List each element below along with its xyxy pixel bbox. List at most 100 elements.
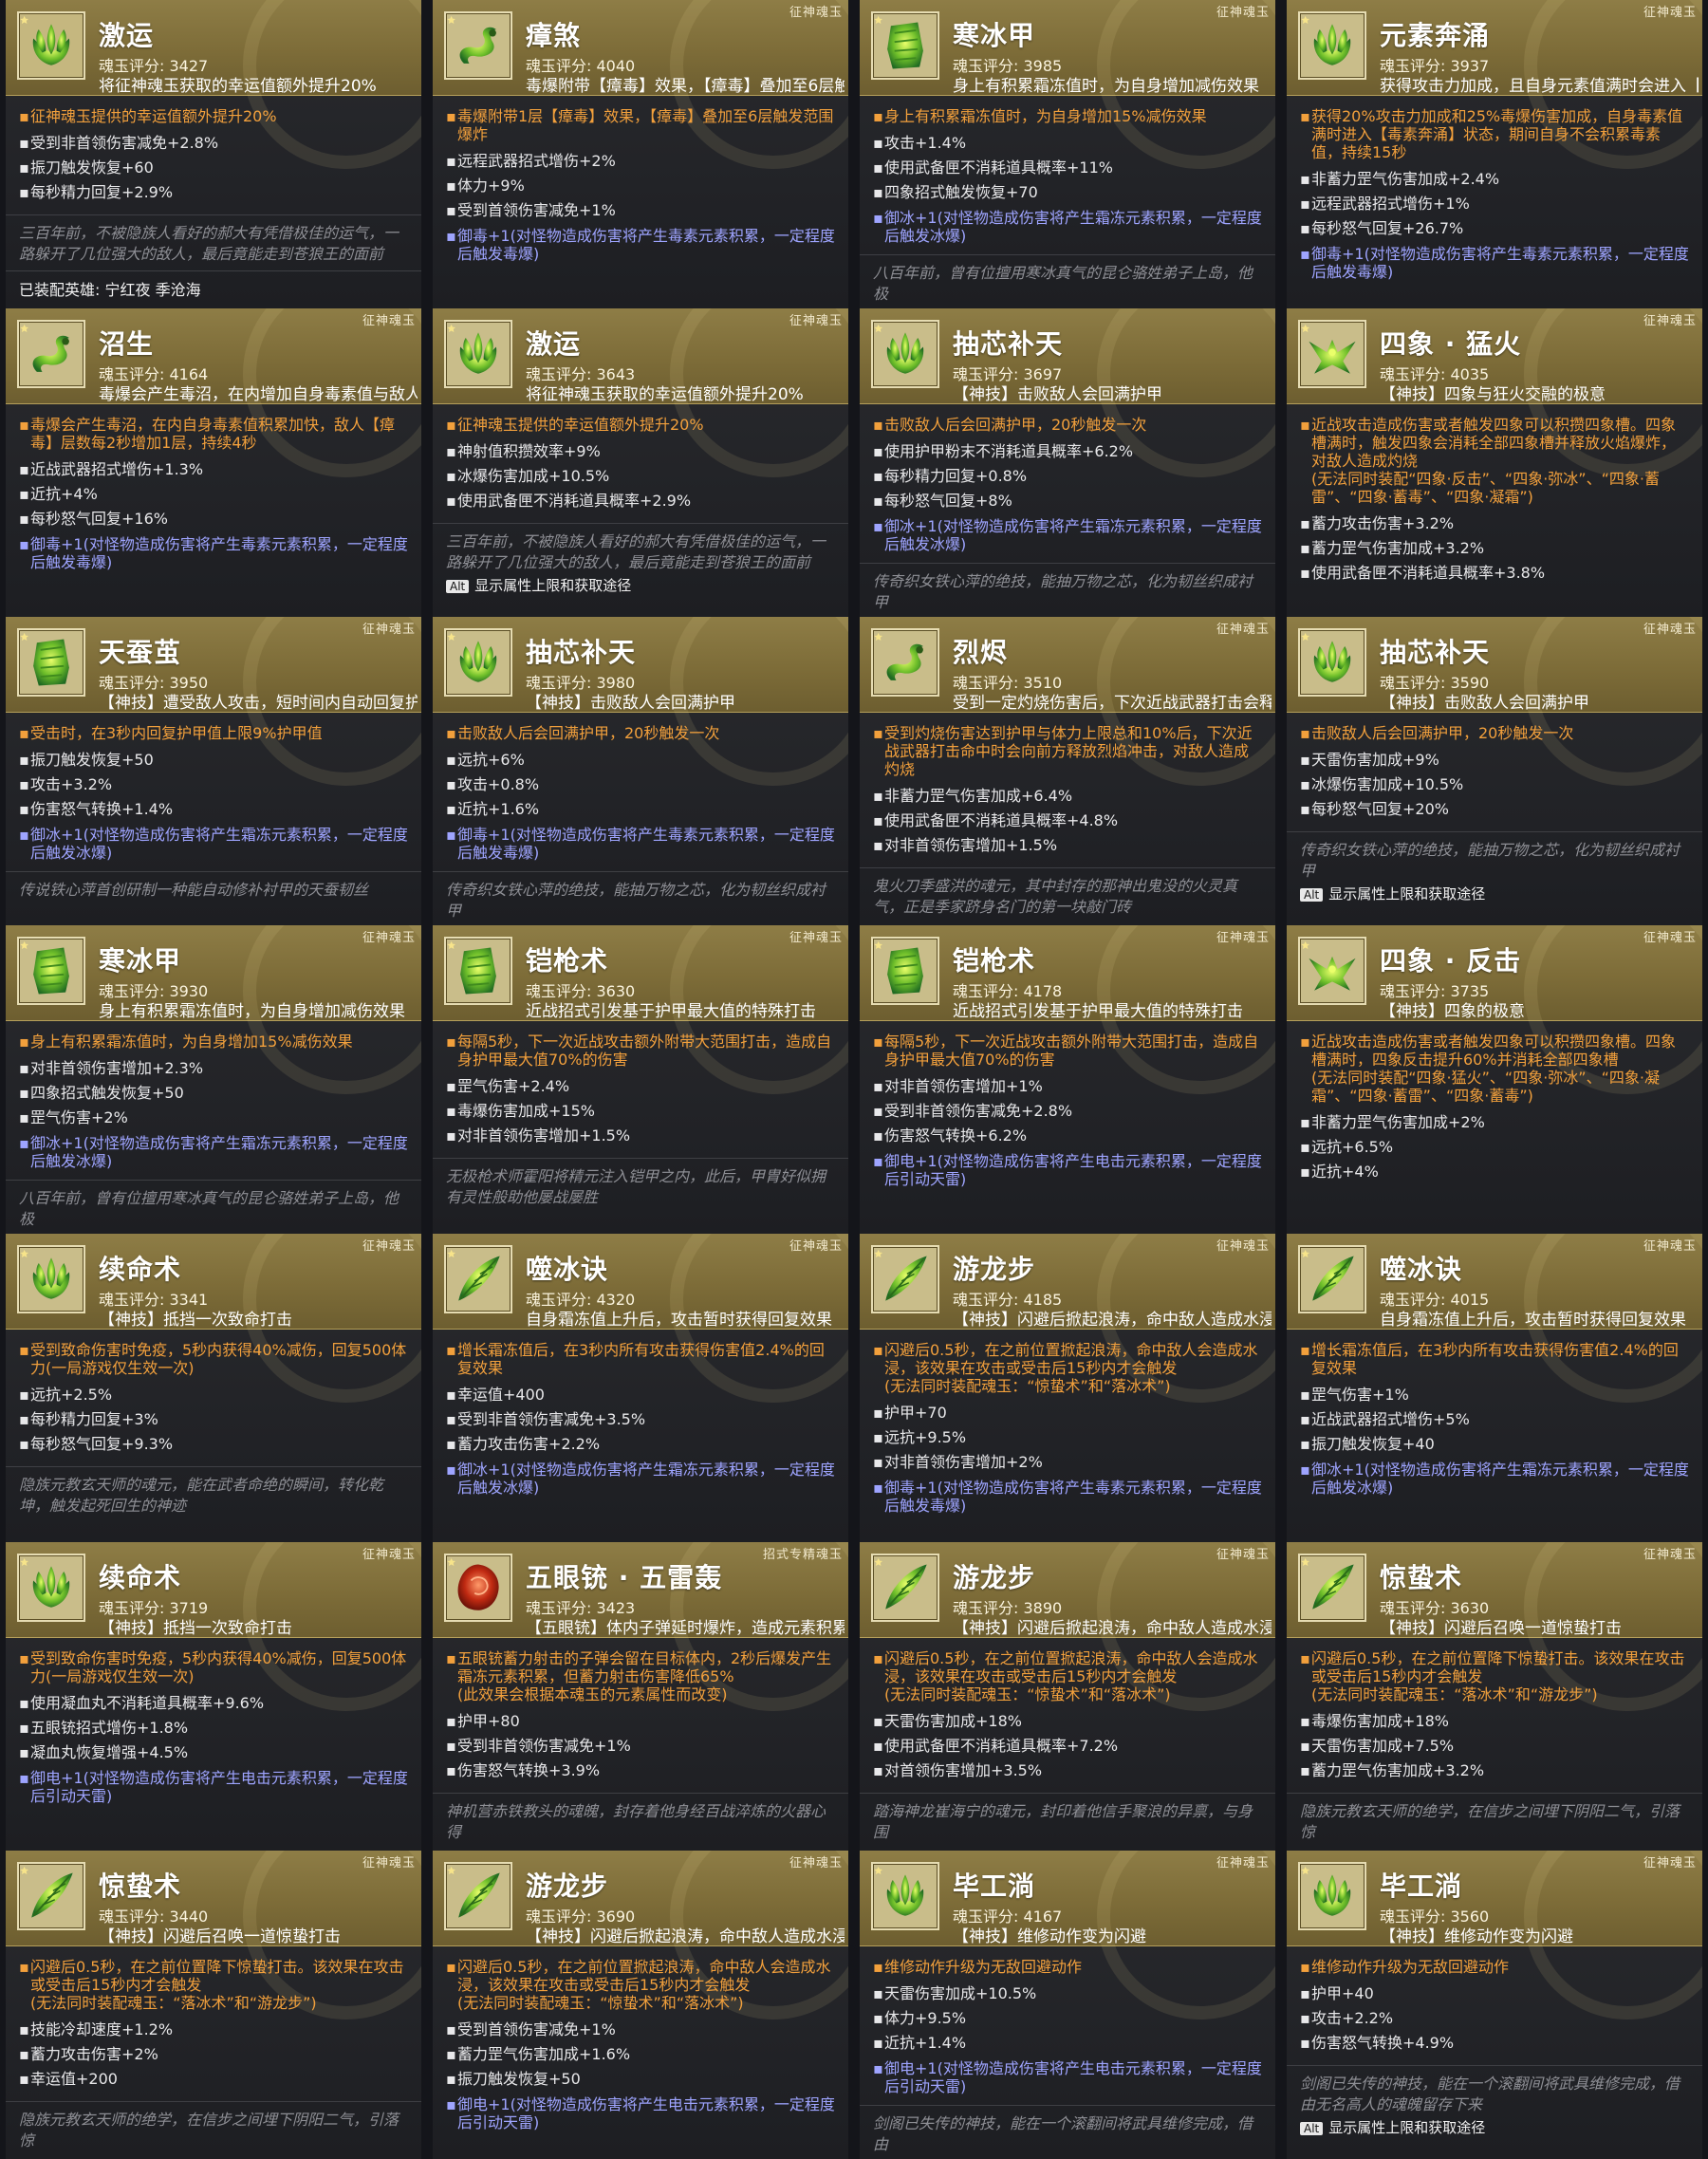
main-effect-text: 征神魂玉提供的幸运值额外提升20% [457,416,704,434]
stat-list: 幸运值+400受到非首领伤害减免+3.5%蓄力攻击伤害+2.2% [446,1383,835,1457]
card-body: 近战攻击造成伤害或者触发四象可以积攒四象槽。四象槽满时，四象反击提升60%并消耗… [1287,1021,1702,1184]
rarity-star-icon [1301,324,1310,332]
soul-jade-card-11[interactable]: 征神魂玉 烈烬 魂玉评分: 3510 受到一定灼烧伤害后，下次近战武器打击会释放… [854,617,1281,925]
lotus-jade-icon [444,628,512,697]
rarity-star-icon [20,632,29,641]
lore-text: 八百年前，曾有位擅用寒冰真气的昆仑骆姓弟子上岛，他极 [860,254,1275,305]
card-header: 征神魂玉 铠枪术 魂玉评分: 3630 近战招式引发基于护甲最大值的特殊打击 [433,925,848,1094]
soul-jade-card-2[interactable]: 征神魂玉 瘴煞 魂玉评分: 4040 毒爆附带【瘴毒】效果，【瘴毒】叠加至6层触… [427,0,854,308]
soul-jade-card-12[interactable]: 征神魂玉 抽芯补天 魂玉评分: 3590 【神技】击败敌人会回满护甲 击败敌人后… [1281,617,1708,925]
soul-jade-card-7[interactable]: 抽芯补天 魂玉评分: 3697 【神技】击败敌人会回满护甲 击败敌人后会回满护甲… [854,308,1281,617]
stat-line: 伤害怒气转换+6.2% [873,1124,1262,1148]
rarity-star-icon [20,324,29,332]
stat-line: 振刀触发恢复+50 [446,2067,835,2092]
stat-line: 体力+9.5% [873,2006,1262,2031]
stat-list: 受到首领伤害减免+1%蓄力罡气伤害加成+1.6%振刀触发恢复+50 [446,2018,835,2092]
main-effect-text: 击败敌人后会回满护甲，20秒触发一次 [457,724,720,742]
stat-line: 攻击+2.2% [1300,2006,1689,2031]
card-body: 击败敌人后会回满护甲，20秒触发一次 远抗+6%攻击+0.8%近抗+1.6% 御… [433,713,848,862]
lore-text: 传奇织女铁心萍的绝技，能抽万物之芯，化为韧丝织成衬甲 [860,563,1275,613]
stat-line: 受到非首领伤害减免+3.5% [446,1407,835,1432]
stat-line: 对非首领伤害增加+1% [873,1074,1262,1099]
soul-jade-card-9[interactable]: 征神魂玉 天蚕茧 魂玉评分: 3950 【神技】遭受敌人攻击，短时间内自动回复护… [0,617,427,925]
soul-jade-card-3[interactable]: 征神魂玉 寒冰甲 魂玉评分: 3985 身上有积累霜冻值时，为自身增加减伤效果 … [854,0,1281,308]
main-effect-text: 闪避后0.5秒，在之前位置降下惊蛰打击。该效果在攻击或受击后15秒内才会触发 [30,1958,404,1994]
skill-summary: 毒爆会产生毒沼，在内增加自身毒素值与敌人【瘴毒】层数 [99,385,418,404]
card-header: 征神魂玉 四象 · 反击 魂玉评分: 3735 【神技】四象的极意 [1287,925,1702,1094]
armor-jade-icon [17,937,85,1005]
stat-list: 护甲+40攻击+2.2%伤害怒气转换+4.9% [1300,1982,1689,2056]
feather-jade-icon [1298,1554,1366,1622]
stat-line: 受到首领伤害减免+1% [446,2018,835,2042]
jade-name: 元素奔涌 [1380,20,1491,51]
armor-jade-icon [444,937,512,1005]
card-header: 征神魂玉 游龙步 魂玉评分: 4185 【神技】闪避后掀起浪涛，命中敌人造成水浸 [860,1234,1275,1403]
soul-jade-card-4[interactable]: 征神魂玉 元素奔涌 魂玉评分: 3937 获得攻击力加成，且自身元素值满时会进入… [1281,0,1708,308]
soul-jade-card-19[interactable]: 征神魂玉 游龙步 魂玉评分: 4185 【神技】闪避后掀起浪涛，命中敌人造成水浸… [854,1234,1281,1542]
card-body: 征神魂玉提供的幸运值额外提升20% 神射值积攒效率+9%冰爆伤害加成+10.5%… [433,404,848,513]
lore-text: 三百年前，不被隐族人看好的郝大有凭借极佳的运气，一路躲开了几位强大的敌人，最后竟… [6,214,421,265]
armor-jade-icon [871,11,939,80]
soul-jade-card-5[interactable]: 征神魂玉 沼生 魂玉评分: 4164 毒爆会产生毒沼，在内增加自身毒素值与敌人【… [0,308,427,617]
card-header: 征神魂玉 续命术 魂玉评分: 3719 【神技】抵挡一次致命打击 [6,1542,421,1711]
main-effect-text: 闪避后0.5秒，在之前位置掀起浪涛，命中敌人会造成水浸，该效果在攻击或受击后15… [884,1341,1258,1377]
element-effect: 御电+1(对怪物造成伤害将产生电击元素积累，一定程度后引动天雷) [19,1769,408,1805]
soul-jade-card-23[interactable]: 征神魂玉 游龙步 魂玉评分: 3890 【神技】闪避后掀起浪涛，命中敌人造成水浸… [854,1542,1281,1851]
stat-list: 使用护甲粉末不消耗道具概率+6.2%每秒精力回复+0.8%每秒怒气回复+8% [873,439,1262,513]
lotus-jade-icon [444,320,512,388]
soul-jade-tooltip-grid: 激运 魂玉评分: 3427 将征神魂玉获取的幸运值额外提升20% 征神魂玉提供的… [0,0,1708,2159]
soul-jade-card-8[interactable]: 征神魂玉 四象 · 猛火 魂玉评分: 4035 【神技】四象与狂火交融的极意 近… [1281,308,1708,617]
lotus-jade-icon [1298,1862,1366,1930]
soul-jade-card-22[interactable]: 招式专精魂玉 五眼铳 · 五雷轰 魂玉评分: 3423 【五眼铳】体内子弹延时爆… [427,1542,854,1851]
soul-jade-card-27[interactable]: 征神魂玉 毕工淌 魂玉评分: 4167 【神技】维修动作变为闪避 维修动作升级为… [854,1851,1281,2159]
exclusion-note: (无法同时装配魂玉：“惊蛰术”和“落冰术”) [884,1685,1171,1703]
soul-jade-card-13[interactable]: 征神魂玉 寒冰甲 魂玉评分: 3930 身上有积累霜冻值时，为自身增加减伤效果 … [0,925,427,1234]
soul-jade-card-17[interactable]: 征神魂玉 续命术 魂玉评分: 3341 【神技】抵挡一次致命打击 受到致命伤害时… [0,1234,427,1542]
soul-jade-card-14[interactable]: 征神魂玉 铠枪术 魂玉评分: 3630 近战招式引发基于护甲最大值的特殊打击 每… [427,925,854,1234]
soul-jade-card-10[interactable]: 抽芯补天 魂玉评分: 3980 【神技】击败敌人会回满护甲 击败敌人后会回满护甲… [427,617,854,925]
stat-list: 非蓄力罡气伤害加成+6.4%使用武备匣不消耗道具概率+4.8%对非首领伤害增加+… [873,784,1262,858]
category-tag: 征神魂玉 [1643,623,1697,637]
stat-line: 体力+9% [446,174,835,198]
alt-key: Alt [1300,888,1324,902]
soul-jade-card-25[interactable]: 征神魂玉 惊蛰术 魂玉评分: 3440 【神技】闪避后召唤一道惊蛰打击 闪避后0… [0,1851,427,2159]
element-effect: 御毒+1(对怪物造成伤害将产生毒素元素积累，一定程度后触发毒爆) [1300,245,1689,281]
soul-jade-card-24[interactable]: 征神魂玉 惊蛰术 魂玉评分: 3630 【神技】闪避后召唤一道惊蛰打击 闪避后0… [1281,1542,1708,1851]
soul-jade-card-20[interactable]: 征神魂玉 噬冰诀 魂玉评分: 4015 自身霜冻值上升后，攻击暂时获得回复效果 … [1281,1234,1708,1542]
rarity-star-icon [447,1249,456,1257]
category-tag: 征神魂玉 [1216,6,1270,20]
element-effect: 御电+1(对怪物造成伤害将产生电击元素积累，一定程度后引动天雷) [446,2095,835,2131]
main-effect-text: 闪避后0.5秒，在之前位置掀起浪涛，命中敌人会造成水浸，该效果在攻击或受击后15… [457,1958,831,1994]
stat-line: 远抗+2.5% [19,1383,408,1407]
card-header: 征神魂玉 寒冰甲 魂玉评分: 3985 身上有积累霜冻值时，为自身增加减伤效果 [860,0,1275,169]
alt-hint: Alt 显示属性上限和获取途径 [1287,882,1702,905]
equipped-heroes: 已装配英雄: 宁红夜 季沧海 [6,270,421,306]
card-body: 维修动作升级为无敌回避动作 天雷伤害加成+10.5%体力+9.5%近抗+1.4%… [860,1946,1275,2095]
stat-line: 罡气伤害+2.4% [446,1074,835,1099]
main-effect: 受到致命伤害时免疫，5秒内获得40%减伤，回复500体力(一局游戏仅生效一次) [19,1649,408,1685]
rarity-star-icon [1301,1866,1310,1874]
soul-jade-card-6[interactable]: 征神魂玉 激运 魂玉评分: 3643 将征神魂玉获取的幸运值额外提升20% 征神… [427,308,854,617]
rarity-star-icon [447,632,456,641]
soul-jade-card-21[interactable]: 征神魂玉 续命术 魂玉评分: 3719 【神技】抵挡一次致命打击 受到致命伤害时… [0,1542,427,1851]
lore-text: 踏海神龙崔海宁的魂元，封印着他信手聚浪的异禀，与身围 [860,1793,1275,1843]
soul-jade-card-1[interactable]: 激运 魂玉评分: 3427 将征神魂玉获取的幸运值额外提升20% 征神魂玉提供的… [0,0,427,308]
main-effect: 闪避后0.5秒，在之前位置掀起浪涛，命中敌人会造成水浸，该效果在攻击或受击后15… [873,1341,1262,1395]
soul-jade-card-26[interactable]: 征神魂玉 游龙步 魂玉评分: 3690 【神技】闪避后掀起浪涛，命中敌人造成水浸… [427,1851,854,2159]
lotus-jade-icon [17,1554,85,1622]
element-effect: 御毒+1(对怪物造成伤害将产生毒素元素积累，一定程度后触发毒爆) [19,535,408,571]
soul-jade-card-15[interactable]: 征神魂玉 铠枪术 魂玉评分: 4178 近战招式引发基于护甲最大值的特殊打击 每… [854,925,1281,1234]
soul-jade-card-16[interactable]: 征神魂玉 四象 · 反击 魂玉评分: 3735 【神技】四象的极意 近战攻击造成… [1281,925,1708,1234]
main-effect: 近战攻击造成伤害或者触发四象可以积攒四象槽。四象槽满时，四象反击提升60%并消耗… [1300,1033,1689,1105]
skill-summary: 自身霜冻值上升后，攻击暂时获得回复效果 [526,1311,832,1330]
armor-jade-icon [17,628,85,697]
stat-line: 蓄力罡气伤害加成+3.2% [1300,536,1689,561]
jade-name: 铠枪术 [526,945,609,977]
stat-line: 使用凝血丸不消耗道具概率+9.6% [19,1691,408,1716]
soul-jade-card-18[interactable]: 征神魂玉 噬冰诀 魂玉评分: 4320 自身霜冻值上升后，攻击暂时获得回复效果 … [427,1234,854,1542]
stat-line: 使用武备匣不消耗道具概率+4.8% [873,809,1262,833]
stat-list: 非蓄力罡气伤害加成+2%远抗+6.5%近抗+4% [1300,1110,1689,1184]
main-effect-text: 毒爆会产生毒沼，在内自身毒素值积累加快，敌人【瘴毒】层数每2秒增加1层，持续4秒 [30,416,396,452]
card-header: 征神魂玉 四象 · 猛火 魂玉评分: 4035 【神技】四象与狂火交融的极意 [1287,308,1702,477]
soul-jade-card-28[interactable]: 征神魂玉 毕工淌 魂玉评分: 3560 【神技】维修动作变为闪避 维修动作升级为… [1281,1851,1708,2159]
